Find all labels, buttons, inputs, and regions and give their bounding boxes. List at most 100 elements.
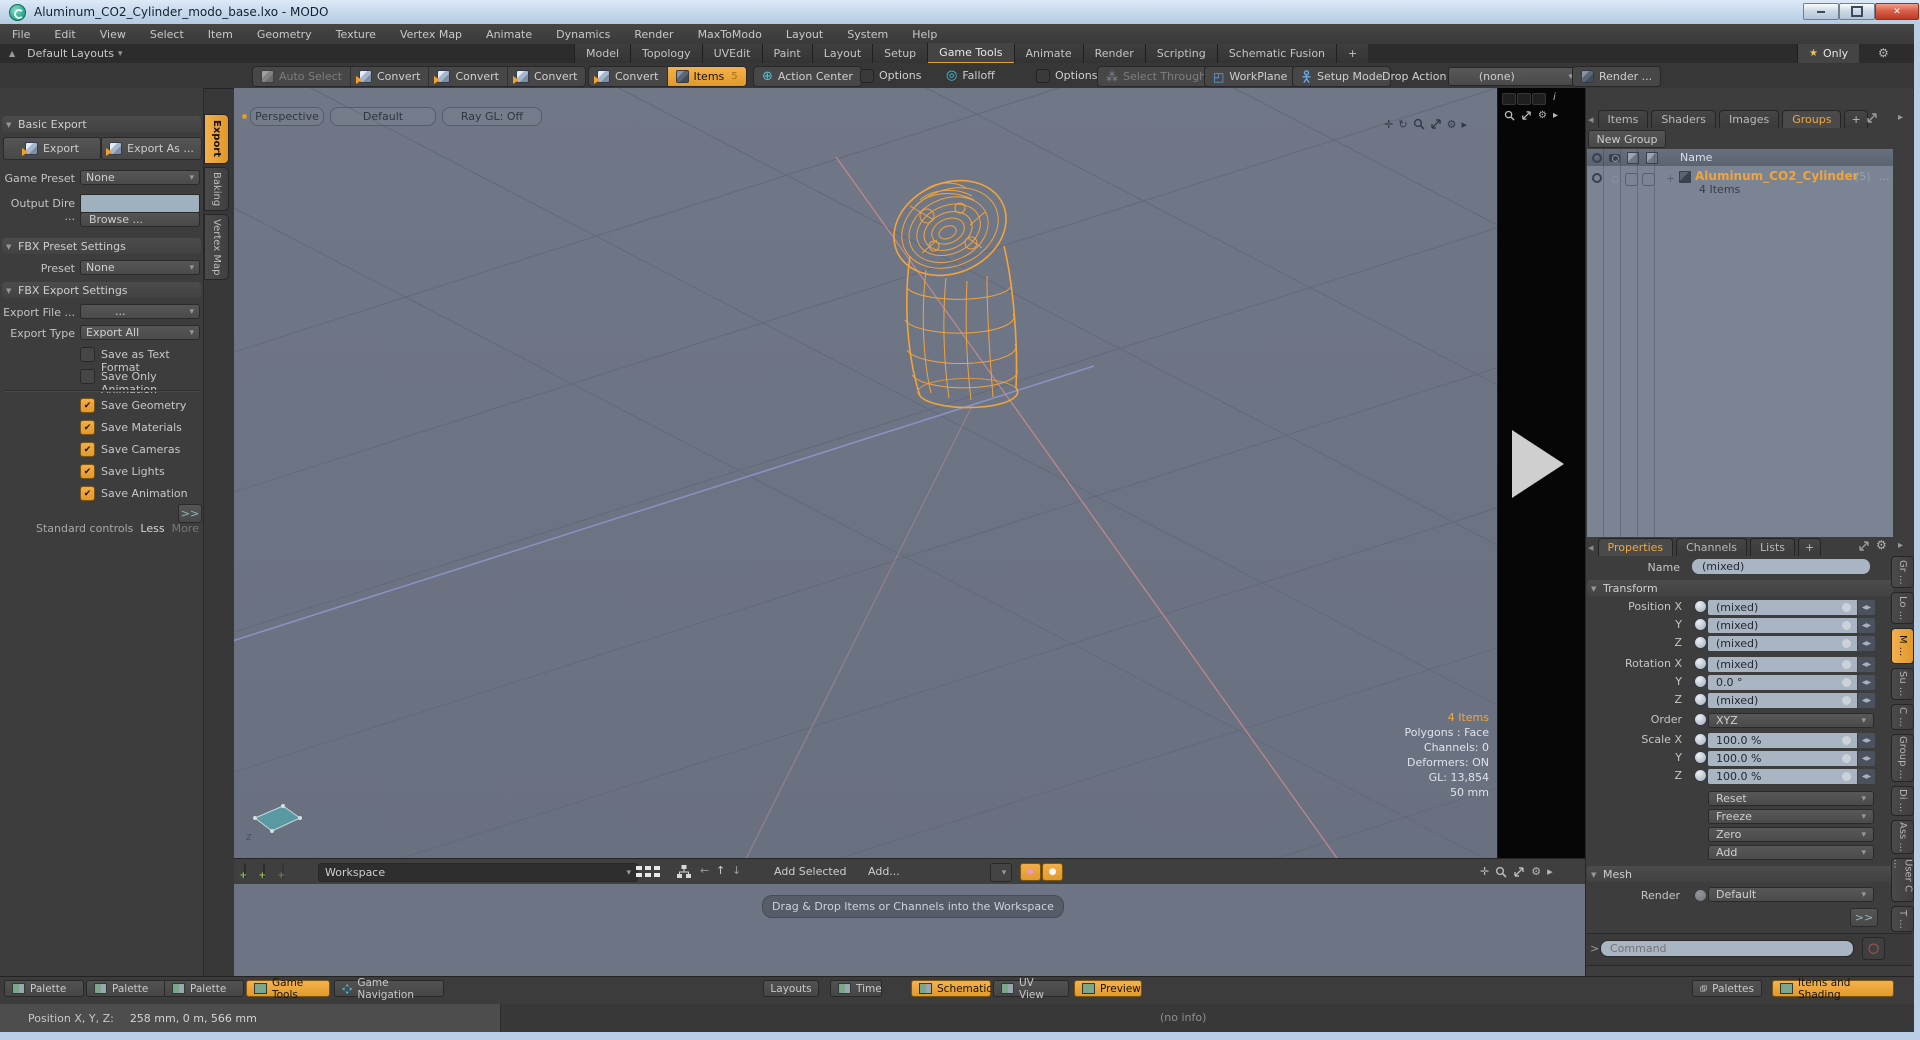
scale-x-field[interactable]: 100.0 % [1708, 733, 1857, 748]
expand-properties-button[interactable]: >> [1850, 908, 1878, 927]
visibility-eye-icon[interactable] [1592, 173, 1602, 183]
channel-toggle[interactable] [1694, 713, 1707, 726]
down-arrow-icon[interactable]: ↓ [732, 864, 741, 877]
time-button[interactable]: Time [830, 980, 882, 997]
transform-section[interactable]: ▼ Transform [1587, 580, 1893, 596]
side-tab-di[interactable]: Di ... [1891, 786, 1914, 816]
spinner-control[interactable]: ◀▶ [1857, 675, 1875, 690]
spinner-control[interactable]: ◀▶ [1857, 657, 1875, 672]
position-y-field[interactable]: (mixed) [1708, 618, 1857, 633]
menu-help[interactable]: Help [900, 28, 949, 41]
chevron-right-icon[interactable]: ▸ [1461, 118, 1467, 131]
tab-model[interactable]: Model [574, 44, 631, 63]
new-group-button[interactable]: New Group [1588, 130, 1666, 148]
zoom-icon[interactable] [1495, 866, 1507, 878]
gear-icon[interactable]: ⚙ [1878, 46, 1889, 60]
spinner-control[interactable]: ◀▶ [1857, 636, 1875, 651]
workplane-button[interactable]: ◰ WorkPlane [1205, 67, 1295, 86]
menu-edit[interactable]: Edit [42, 28, 87, 41]
menu-select[interactable]: Select [138, 28, 196, 41]
add-dropdown-arrow[interactable]: ▾ [990, 863, 1012, 882]
tab-shaders[interactable]: Shaders [1651, 110, 1717, 128]
workspace-dropdown[interactable]: Workspace ▾ [318, 863, 638, 882]
palette-button-1[interactable]: Palette [4, 980, 84, 997]
menu-animate[interactable]: Animate [474, 28, 544, 41]
ray-gl-button[interactable]: Ray GL: Off [442, 107, 542, 126]
fbx-export-settings-section[interactable]: ▼ FBX Export Settings [2, 282, 201, 298]
rotation-x-field[interactable]: (mixed) [1708, 657, 1857, 672]
filter-checkbox[interactable] [1625, 173, 1638, 186]
3d-viewport[interactable]: z Perspective Default Ray GL: Off ✛ ↻ ⚙ … [234, 88, 1497, 858]
perspective-button[interactable]: Perspective [250, 107, 324, 126]
menu-render[interactable]: Render [622, 28, 685, 41]
tab-paint[interactable]: Paint [761, 44, 812, 63]
save-cameras-checkbox[interactable]: ✔ [80, 442, 95, 457]
export-as-button[interactable]: Export As ... [101, 137, 202, 160]
rotation-y-field[interactable]: 0.0 ° [1708, 675, 1857, 690]
record-macro-button[interactable]: ○ [1862, 937, 1885, 960]
spinner-control[interactable]: ◀▶ [1857, 600, 1875, 615]
channel-toggle[interactable] [1694, 675, 1707, 688]
tab-render[interactable]: Render [1082, 44, 1145, 63]
reset-dropdown[interactable]: Reset ▾ [1708, 791, 1874, 806]
action-center-button[interactable]: ⊕ Action Center [754, 67, 861, 86]
expand-controls-button[interactable]: >> [178, 504, 202, 523]
position-x-field[interactable]: (mixed) [1708, 600, 1857, 615]
side-tab-su[interactable]: Su ... [1891, 668, 1914, 700]
order-dropdown[interactable]: XYZ ▾ [1708, 713, 1874, 728]
tab-channels[interactable]: Channels [1676, 538, 1748, 556]
maximize-pane-icon[interactable] [1430, 118, 1442, 130]
save-geometry-checkbox[interactable]: ✔ [80, 398, 95, 413]
layouts-button[interactable]: Layouts [763, 980, 819, 997]
backdrop-color-button[interactable]: ◆ [1020, 863, 1041, 881]
chevron-left-icon[interactable]: ◂ [1588, 541, 1594, 554]
gear-icon[interactable]: ⚙ [1876, 538, 1887, 552]
zoom-icon[interactable] [1504, 110, 1515, 121]
items-mode-button[interactable]: Items 5 [666, 67, 746, 86]
render-dropdown[interactable]: Default ▾ [1708, 887, 1874, 902]
convert-edges-button[interactable]: Convert [428, 67, 507, 86]
spinner-control[interactable]: ◀▶ [1857, 618, 1875, 633]
side-tab-baking[interactable]: Baking [204, 167, 229, 211]
menu-item[interactable]: Item [196, 28, 245, 41]
group-tree[interactable]: Name + Aluminum_CO2_Cylinder (5) ... 4 I… [1587, 149, 1893, 537]
menu-dynamics[interactable]: Dynamics [544, 28, 622, 41]
menu-system[interactable]: System [835, 28, 900, 41]
pane-tab[interactable] [1502, 93, 1516, 105]
side-tab-m[interactable]: M ... [1891, 628, 1914, 664]
side-tab-group[interactable]: Group ... [1891, 734, 1914, 782]
zero-dropdown[interactable]: Zero ▾ [1708, 827, 1874, 842]
menu-view[interactable]: View [88, 28, 138, 41]
preview-pane[interactable]: i ⚙ ▸ [1497, 88, 1586, 858]
tab-add[interactable]: + [1336, 44, 1369, 63]
schematic-dropzone[interactable]: Drag & Drop Items or Channels into the W… [762, 895, 1064, 918]
gear-icon[interactable]: ⚙ [1447, 118, 1457, 131]
basic-export-section[interactable]: ▼ Basic Export [2, 116, 201, 132]
convert-items-button[interactable]: Convert [589, 67, 667, 86]
spinner-control[interactable]: ◀▶ [1857, 693, 1875, 708]
pin-icon[interactable]: ▲ [9, 49, 15, 58]
more-link[interactable]: More [172, 522, 199, 535]
shading-default-button[interactable]: Default [330, 107, 436, 126]
menu-vertex-map[interactable]: Vertex Map [388, 28, 474, 41]
spinner-control[interactable]: ◀▶ [1857, 751, 1875, 766]
side-tab-export[interactable]: Export [204, 114, 229, 164]
side-tab-lo[interactable]: Lo ... [1891, 592, 1914, 624]
chevron-right-icon[interactable]: ▸ [1547, 865, 1553, 878]
tab-game-tools[interactable]: Game Tools [927, 42, 1014, 65]
maximize-pane-icon[interactable] [1858, 540, 1870, 552]
position-z-field[interactable]: (mixed) [1708, 636, 1857, 651]
tab-lists[interactable]: Lists [1750, 538, 1795, 556]
rotation-z-field[interactable]: (mixed) [1708, 693, 1857, 708]
tab-images[interactable]: Images [1719, 110, 1780, 128]
save-animation-checkbox[interactable]: ✔ [80, 486, 95, 501]
command-input[interactable] [1600, 940, 1854, 957]
tab-animate[interactable]: Animate [1013, 44, 1083, 63]
falloff-options-checkbox[interactable]: Options [1028, 66, 1105, 85]
rotate-icon[interactable]: ↻ [1398, 118, 1407, 131]
preset-dropdown[interactable]: None ▾ [80, 260, 200, 275]
export-type-dropdown[interactable]: Export All ▾ [80, 325, 200, 340]
chevron-right-icon[interactable]: ▸ [1898, 540, 1903, 551]
drop-action-dropdown[interactable]: (none) ▾ [1448, 67, 1580, 86]
group-item-name[interactable]: Aluminum_CO2_Cylinder [1695, 169, 1859, 183]
